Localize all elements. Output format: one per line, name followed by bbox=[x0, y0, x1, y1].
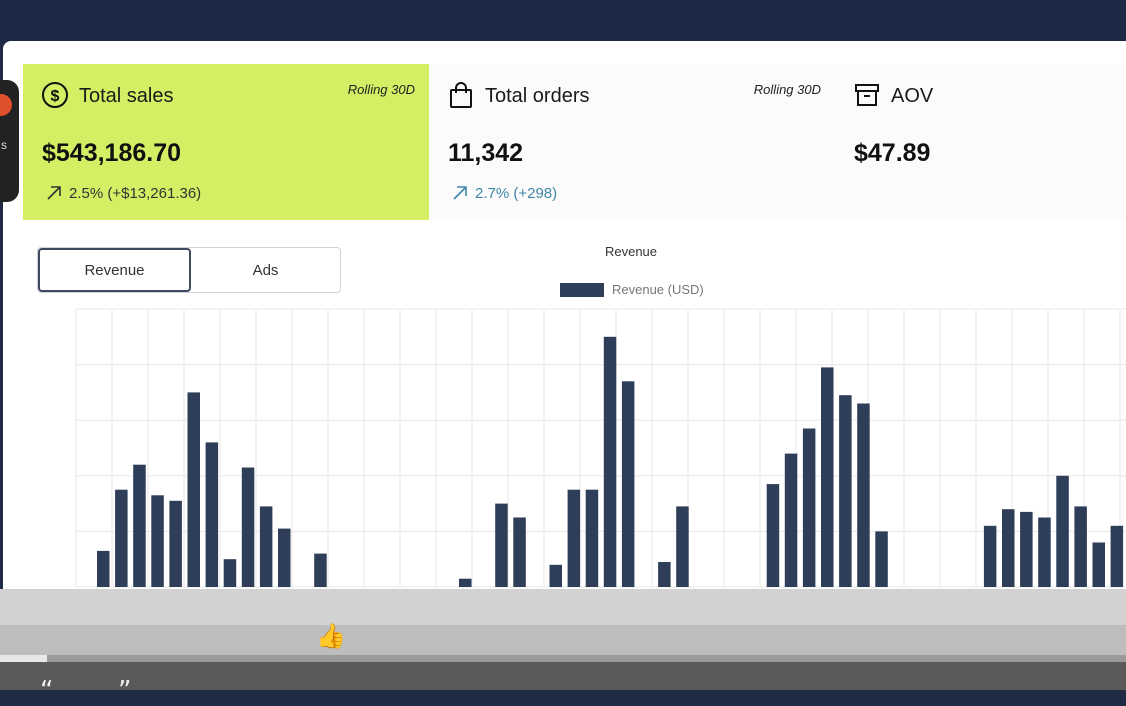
shopping-bag-icon bbox=[450, 82, 472, 108]
legend-label: Revenue (USD) bbox=[612, 282, 704, 297]
revenue-bar[interactable] bbox=[784, 453, 798, 587]
revenue-bar[interactable] bbox=[821, 367, 834, 587]
kpi-change-text: 2.5% (+$13,261.36) bbox=[69, 184, 202, 202]
arrow-up-right-icon bbox=[453, 186, 467, 200]
revenue-bar[interactable] bbox=[857, 403, 870, 588]
revenue-bar[interactable] bbox=[875, 531, 888, 587]
caption-area: “ ” bbox=[0, 662, 1126, 706]
chart-bars bbox=[97, 336, 1124, 588]
svg-text:$: $ bbox=[51, 88, 60, 105]
kpi-period-tag: Rolling 30D bbox=[753, 82, 821, 97]
video-progress-track[interactable] bbox=[0, 655, 1126, 662]
kpi-change-text: 2.7% (+298) bbox=[475, 184, 558, 202]
revenue-bar[interactable] bbox=[278, 528, 291, 587]
overlay-light-band bbox=[0, 589, 1126, 625]
kpi-card-aov[interactable]: AOV $47.89 bbox=[835, 64, 1126, 220]
caption-quote-right: ” bbox=[118, 676, 132, 706]
revenue-bar[interactable] bbox=[1092, 542, 1106, 588]
revenue-bar[interactable] bbox=[151, 495, 164, 587]
revenue-bar[interactable] bbox=[1110, 525, 1124, 587]
revenue-bar[interactable] bbox=[259, 506, 273, 587]
revenue-bar[interactable] bbox=[676, 506, 689, 587]
revenue-bar[interactable] bbox=[802, 428, 816, 588]
revenue-bar[interactable] bbox=[839, 395, 852, 587]
kpi-cards: $ Total sales Rolling 30D $543,186.70 2.… bbox=[23, 64, 1126, 220]
legend-swatch bbox=[560, 283, 604, 297]
revenue-bar[interactable] bbox=[133, 464, 146, 587]
archive-box-icon bbox=[855, 84, 879, 106]
revenue-chart: Revenue Revenue (USD) bbox=[75, 244, 1126, 588]
revenue-bar[interactable] bbox=[97, 550, 110, 587]
revenue-bar[interactable] bbox=[621, 381, 635, 587]
side-tab-glyph: s bbox=[1, 138, 7, 152]
revenue-bar[interactable] bbox=[983, 525, 997, 587]
revenue-bar[interactable] bbox=[513, 517, 526, 588]
revenue-bar[interactable] bbox=[603, 336, 617, 587]
record-indicator-icon bbox=[0, 94, 12, 116]
kpi-card-total-sales[interactable]: $ Total sales Rolling 30D $543,186.70 2.… bbox=[23, 64, 430, 220]
revenue-bar[interactable] bbox=[169, 500, 182, 587]
window-top-strip bbox=[0, 0, 1126, 42]
revenue-bar[interactable] bbox=[115, 489, 128, 587]
revenue-bar[interactable] bbox=[658, 562, 671, 587]
revenue-bar[interactable] bbox=[495, 503, 508, 587]
revenue-bar[interactable] bbox=[1002, 509, 1015, 587]
kpi-title: Total orders bbox=[485, 85, 590, 107]
revenue-bar[interactable] bbox=[766, 484, 780, 587]
dashboard-panel: $ Total sales Rolling 30D $543,186.70 2.… bbox=[3, 41, 1126, 589]
video-overlay-bar: 👍 bbox=[0, 589, 1126, 655]
kpi-value: $47.89 bbox=[854, 139, 931, 167]
revenue-bar[interactable] bbox=[1056, 475, 1069, 587]
revenue-bar[interactable] bbox=[549, 564, 563, 587]
side-floating-tab[interactable]: s bbox=[0, 80, 19, 202]
chart-title: Revenue bbox=[605, 244, 657, 259]
kpi-value: 11,342 bbox=[448, 139, 524, 167]
revenue-bar[interactable] bbox=[459, 578, 472, 587]
revenue-bar[interactable] bbox=[1038, 517, 1051, 588]
kpi-period-tag: Rolling 30D bbox=[347, 82, 415, 97]
chart-grid bbox=[75, 308, 1126, 588]
dollar-circle-icon: $ bbox=[42, 82, 68, 108]
kpi-change: 2.5% (+$13,261.36) bbox=[45, 184, 201, 202]
revenue-bar[interactable] bbox=[567, 489, 581, 587]
revenue-bar[interactable] bbox=[223, 559, 237, 587]
revenue-bar[interactable] bbox=[1020, 511, 1033, 587]
kpi-value: $543,186.70 bbox=[42, 139, 182, 167]
video-progress-fill bbox=[0, 655, 48, 662]
revenue-bar[interactable] bbox=[585, 489, 599, 587]
revenue-bar[interactable] bbox=[241, 467, 255, 588]
revenue-bar[interactable] bbox=[314, 553, 327, 587]
kpi-title: AOV bbox=[891, 85, 934, 107]
revenue-bar[interactable] bbox=[205, 442, 219, 587]
revenue-bar[interactable] bbox=[187, 392, 201, 587]
revenue-bar[interactable] bbox=[1074, 506, 1087, 587]
thumbs-up-icon[interactable]: 👍 bbox=[316, 622, 346, 651]
kpi-card-total-orders[interactable]: Total orders Rolling 30D 11,342 2.7% (+2… bbox=[429, 64, 836, 220]
kpi-change: 2.7% (+298) bbox=[451, 184, 557, 202]
kpi-title: Total sales bbox=[79, 85, 174, 107]
caption-quote-left: “ bbox=[40, 676, 54, 706]
arrow-up-right-icon bbox=[47, 186, 61, 200]
